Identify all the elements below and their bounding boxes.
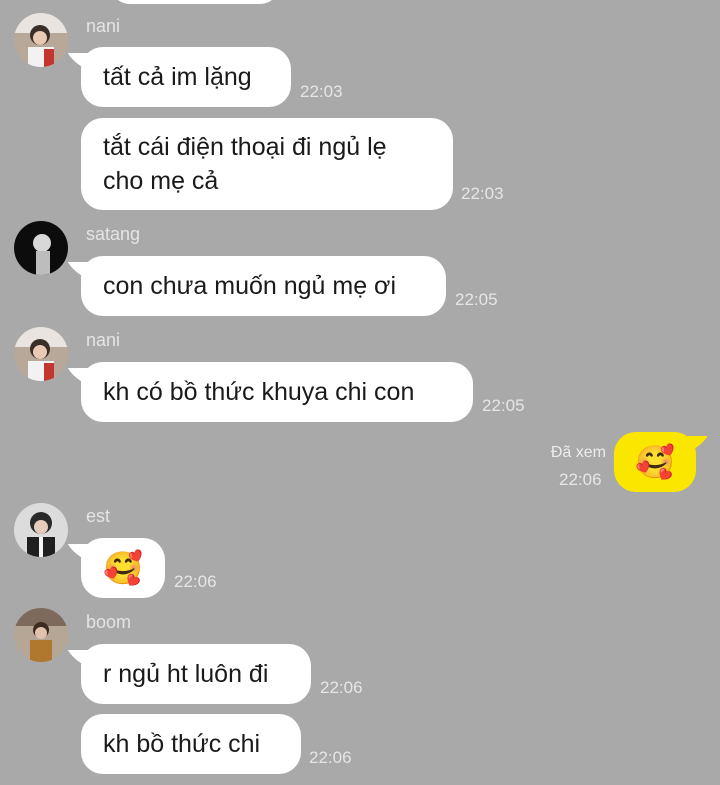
message-text: con chưa muốn ngủ mẹ ơi: [103, 272, 397, 300]
read-receipt: Đã xem: [550, 444, 606, 461]
smiling-face-hearts-icon: 🥰: [103, 549, 143, 587]
message-bubble[interactable]: tất cả im lặng: [81, 47, 291, 107]
previous-message-bubble[interactable]: [110, 0, 280, 4]
message-time: 22:06: [559, 470, 602, 489]
message-time: 22:05: [482, 396, 525, 415]
sender-name: nani: [86, 330, 121, 350]
message-bubble[interactable]: tắt cái điện thoại đi ngủ lẹ cho mẹ cả: [81, 118, 453, 210]
message-bubble[interactable]: kh có bồ thức khuya chi con: [81, 362, 473, 422]
avatar-boom[interactable]: [14, 608, 68, 662]
message-text: tắt cái điện thoại đi ngủ lẹ cho mẹ cả: [103, 133, 387, 195]
message-time: 22:03: [300, 82, 343, 101]
message-bubble[interactable]: kh bồ thức chi: [81, 714, 301, 774]
sender-name: nani: [86, 16, 121, 36]
avatar-nani[interactable]: [14, 13, 68, 67]
message-time: 22:06: [309, 748, 352, 767]
message-time: 22:06: [174, 572, 217, 591]
avatar-est[interactable]: [14, 503, 68, 557]
message-text: r ngủ ht luôn đi: [103, 660, 269, 688]
sender-name: boom: [86, 612, 132, 632]
message-time: 22:06: [320, 678, 363, 697]
message-time: 22:03: [461, 184, 504, 203]
sender-name: satang: [86, 224, 141, 244]
message-bubble[interactable]: r ngủ ht luôn đi: [81, 644, 311, 704]
avatar-nani[interactable]: [14, 327, 68, 381]
message-bubble[interactable]: con chưa muốn ngủ mẹ ơi: [81, 256, 446, 316]
avatar-satang[interactable]: [14, 221, 68, 275]
sender-name: est: [86, 506, 111, 526]
smiling-face-hearts-icon: 🥰: [635, 443, 675, 481]
message-bubble[interactable]: 🥰: [81, 538, 165, 598]
message-text: kh có bồ thức khuya chi con: [103, 378, 415, 406]
message-text: tất cả im lặng: [103, 63, 252, 91]
chat-view[interactable]: nani tất cả im lặng 22:03 tắt cái điện t…: [0, 0, 720, 785]
my-message-bubble[interactable]: 🥰: [614, 432, 696, 492]
message-text: kh bồ thức chi: [103, 730, 261, 758]
message-time: 22:05: [455, 290, 498, 309]
